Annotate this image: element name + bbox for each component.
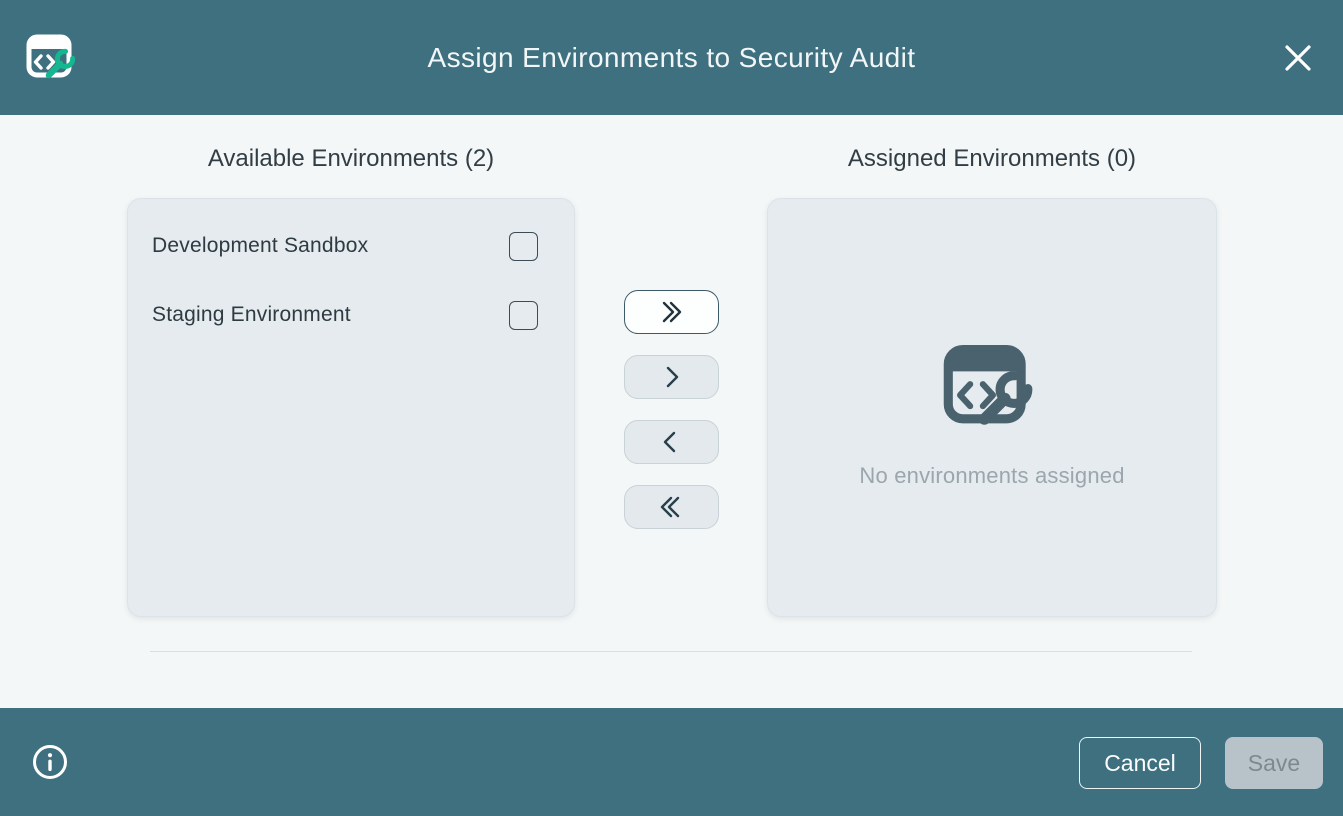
dialog-header: Assign Environments to Security Audit bbox=[0, 0, 1343, 115]
divider bbox=[150, 651, 1192, 652]
list-item: Staging Environment bbox=[152, 300, 538, 330]
transfer-buttons bbox=[575, 198, 767, 617]
code-window-wrench-icon bbox=[937, 335, 1047, 437]
chevron-left-icon bbox=[656, 429, 686, 455]
environment-checkbox[interactable] bbox=[509, 232, 538, 261]
move-right-button[interactable] bbox=[624, 355, 719, 399]
move-left-button[interactable] bbox=[624, 420, 719, 464]
list-item: Development Sandbox bbox=[152, 231, 538, 261]
info-icon[interactable] bbox=[31, 743, 69, 781]
dialog-footer: Cancel Save bbox=[0, 708, 1343, 816]
environment-label: Staging Environment bbox=[152, 303, 351, 327]
close-icon[interactable] bbox=[1279, 39, 1317, 77]
environment-label: Development Sandbox bbox=[152, 234, 368, 258]
dialog-title: Assign Environments to Security Audit bbox=[0, 42, 1343, 74]
empty-state-text: No environments assigned bbox=[859, 463, 1124, 489]
assign-environments-dialog: Assign Environments to Security Audit Av… bbox=[0, 0, 1343, 816]
assigned-environments-panel: No environments assigned bbox=[767, 198, 1217, 617]
assigned-environments-heading: Assigned Environments (0) bbox=[767, 145, 1217, 173]
save-button[interactable]: Save bbox=[1225, 737, 1323, 789]
cancel-button[interactable]: Cancel bbox=[1079, 737, 1201, 789]
available-environments-heading: Available Environments (2) bbox=[127, 145, 575, 173]
move-all-left-button[interactable] bbox=[624, 485, 719, 529]
double-chevron-left-icon bbox=[656, 494, 686, 520]
dialog-body: Available Environments (2) Assigned Envi… bbox=[0, 115, 1343, 708]
chevron-right-icon bbox=[656, 364, 686, 390]
footer-actions: Cancel Save bbox=[1079, 737, 1323, 789]
environment-checkbox[interactable] bbox=[509, 301, 538, 330]
available-environments-panel: Development Sandbox Staging Environment bbox=[127, 198, 575, 617]
move-all-right-button[interactable] bbox=[624, 290, 719, 334]
double-chevron-right-icon bbox=[656, 299, 686, 325]
